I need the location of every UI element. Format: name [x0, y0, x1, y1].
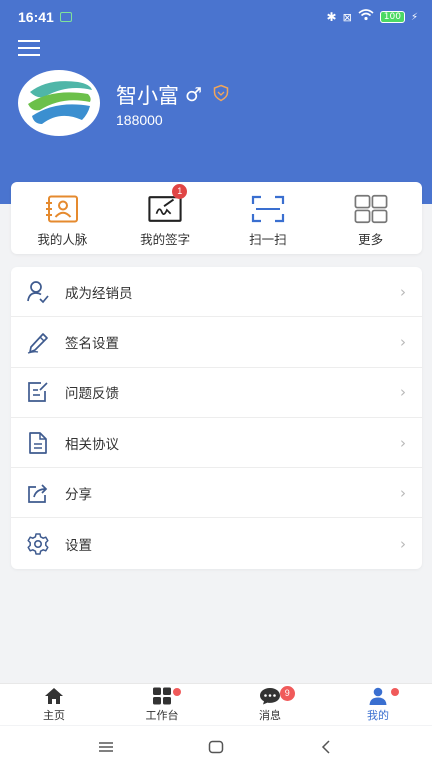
tab-label: 工作台	[145, 709, 179, 722]
profile-id: 188000	[116, 112, 163, 128]
menu-item-label: 成为经销员	[65, 285, 133, 302]
document-icon	[25, 430, 51, 456]
quick-action-signature[interactable]: 1 我的签字	[114, 182, 217, 254]
menu-item-label: 分享	[65, 486, 92, 503]
verified-shield-icon	[212, 84, 230, 106]
chevron-right-icon: ›	[400, 433, 406, 452]
chevron-right-icon: ›	[400, 282, 406, 301]
recent-apps-icon[interactable]	[96, 737, 116, 757]
scan-icon	[251, 194, 285, 224]
charging-icon: ⚡	[410, 11, 418, 23]
home-button-icon[interactable]	[206, 737, 226, 757]
gear-icon	[25, 531, 51, 557]
quick-action-label: 我的人脉	[37, 232, 88, 247]
tab-workbench[interactable]: 工作台	[108, 684, 216, 725]
menu-item-share[interactable]: 分享 ›	[11, 468, 422, 519]
battery-indicator: 100	[379, 11, 405, 23]
avatar[interactable]	[18, 70, 100, 136]
chevron-right-icon: ›	[400, 483, 406, 502]
bluetooth-icon: ✱	[326, 10, 337, 24]
hamburger-menu-icon[interactable]	[18, 40, 40, 60]
profile-notification-dot	[390, 688, 399, 696]
chevron-right-icon: ›	[400, 383, 406, 402]
menu-item-label: 问题反馈	[65, 386, 119, 403]
message-icon	[259, 686, 281, 706]
quick-action-more[interactable]: 更多	[319, 182, 422, 254]
home-icon	[44, 686, 64, 706]
signature-count-badge: 1	[172, 184, 188, 199]
feedback-icon	[25, 379, 51, 405]
tab-label: 我的	[367, 709, 389, 722]
tab-profile[interactable]: 我的	[324, 684, 432, 725]
back-icon[interactable]	[316, 737, 336, 757]
tab-messages[interactable]: 9 消息	[216, 684, 324, 725]
tab-label: 消息	[259, 709, 281, 722]
profile-icon	[368, 686, 388, 706]
status-bar: 16:41 ✱ ⊠ 100 ⚡	[0, 0, 432, 34]
user-check-icon	[25, 279, 51, 305]
contacts-icon	[45, 194, 79, 224]
menu-item-become-dealer[interactable]: 成为经销员 ›	[11, 267, 422, 318]
quick-action-label: 扫一扫	[249, 232, 287, 247]
menu-item-signature-settings[interactable]: 签名设置 ›	[11, 317, 422, 368]
menu-item-label: 相关协议	[65, 436, 119, 453]
messages-count-badge: 9	[279, 686, 295, 701]
chevron-right-icon: ›	[400, 534, 406, 553]
tab-label: 主页	[43, 709, 65, 722]
more-grid-icon	[354, 194, 388, 224]
profile-name-row: 智小富 ♂	[116, 80, 230, 110]
quick-action-scan[interactable]: 扫一扫	[217, 182, 320, 254]
share-icon	[25, 480, 51, 506]
workbench-notification-dot	[172, 688, 181, 696]
system-navigation-bar	[0, 726, 432, 768]
male-gender-icon: ♂	[185, 84, 203, 106]
bottom-tab-bar: 主页 工作台 9 消息 我的	[0, 683, 432, 725]
status-time: 16:41	[18, 9, 54, 25]
quick-action-label: 更多	[358, 232, 384, 247]
menu-item-feedback[interactable]: 问题反馈 ›	[11, 368, 422, 418]
tab-home[interactable]: 主页	[0, 684, 108, 725]
quick-action-contacts[interactable]: 我的人脉	[11, 182, 114, 254]
quick-action-label: 我的签字	[140, 232, 191, 247]
menu-item-label: 签名设置	[65, 335, 119, 352]
chevron-right-icon: ›	[400, 332, 406, 351]
menu-item-agreements[interactable]: 相关协议 ›	[11, 418, 422, 469]
profile-name: 智小富	[116, 84, 179, 108]
workbench-icon	[152, 686, 172, 706]
app-notification-icon	[59, 12, 72, 22]
wifi-icon	[358, 9, 374, 25]
sim-icon: ⊠	[342, 10, 352, 24]
menu-item-settings[interactable]: 设置 ›	[11, 518, 422, 568]
quick-actions-card: 我的人脉 1 我的签字 扫一扫 更多	[11, 182, 422, 254]
pen-icon	[25, 329, 51, 355]
settings-menu-card: 成为经销员 › 签名设置 › 问题反馈 › 相关协议 › 分享 › 设置 ›	[11, 267, 422, 569]
menu-item-label: 设置	[65, 537, 92, 554]
